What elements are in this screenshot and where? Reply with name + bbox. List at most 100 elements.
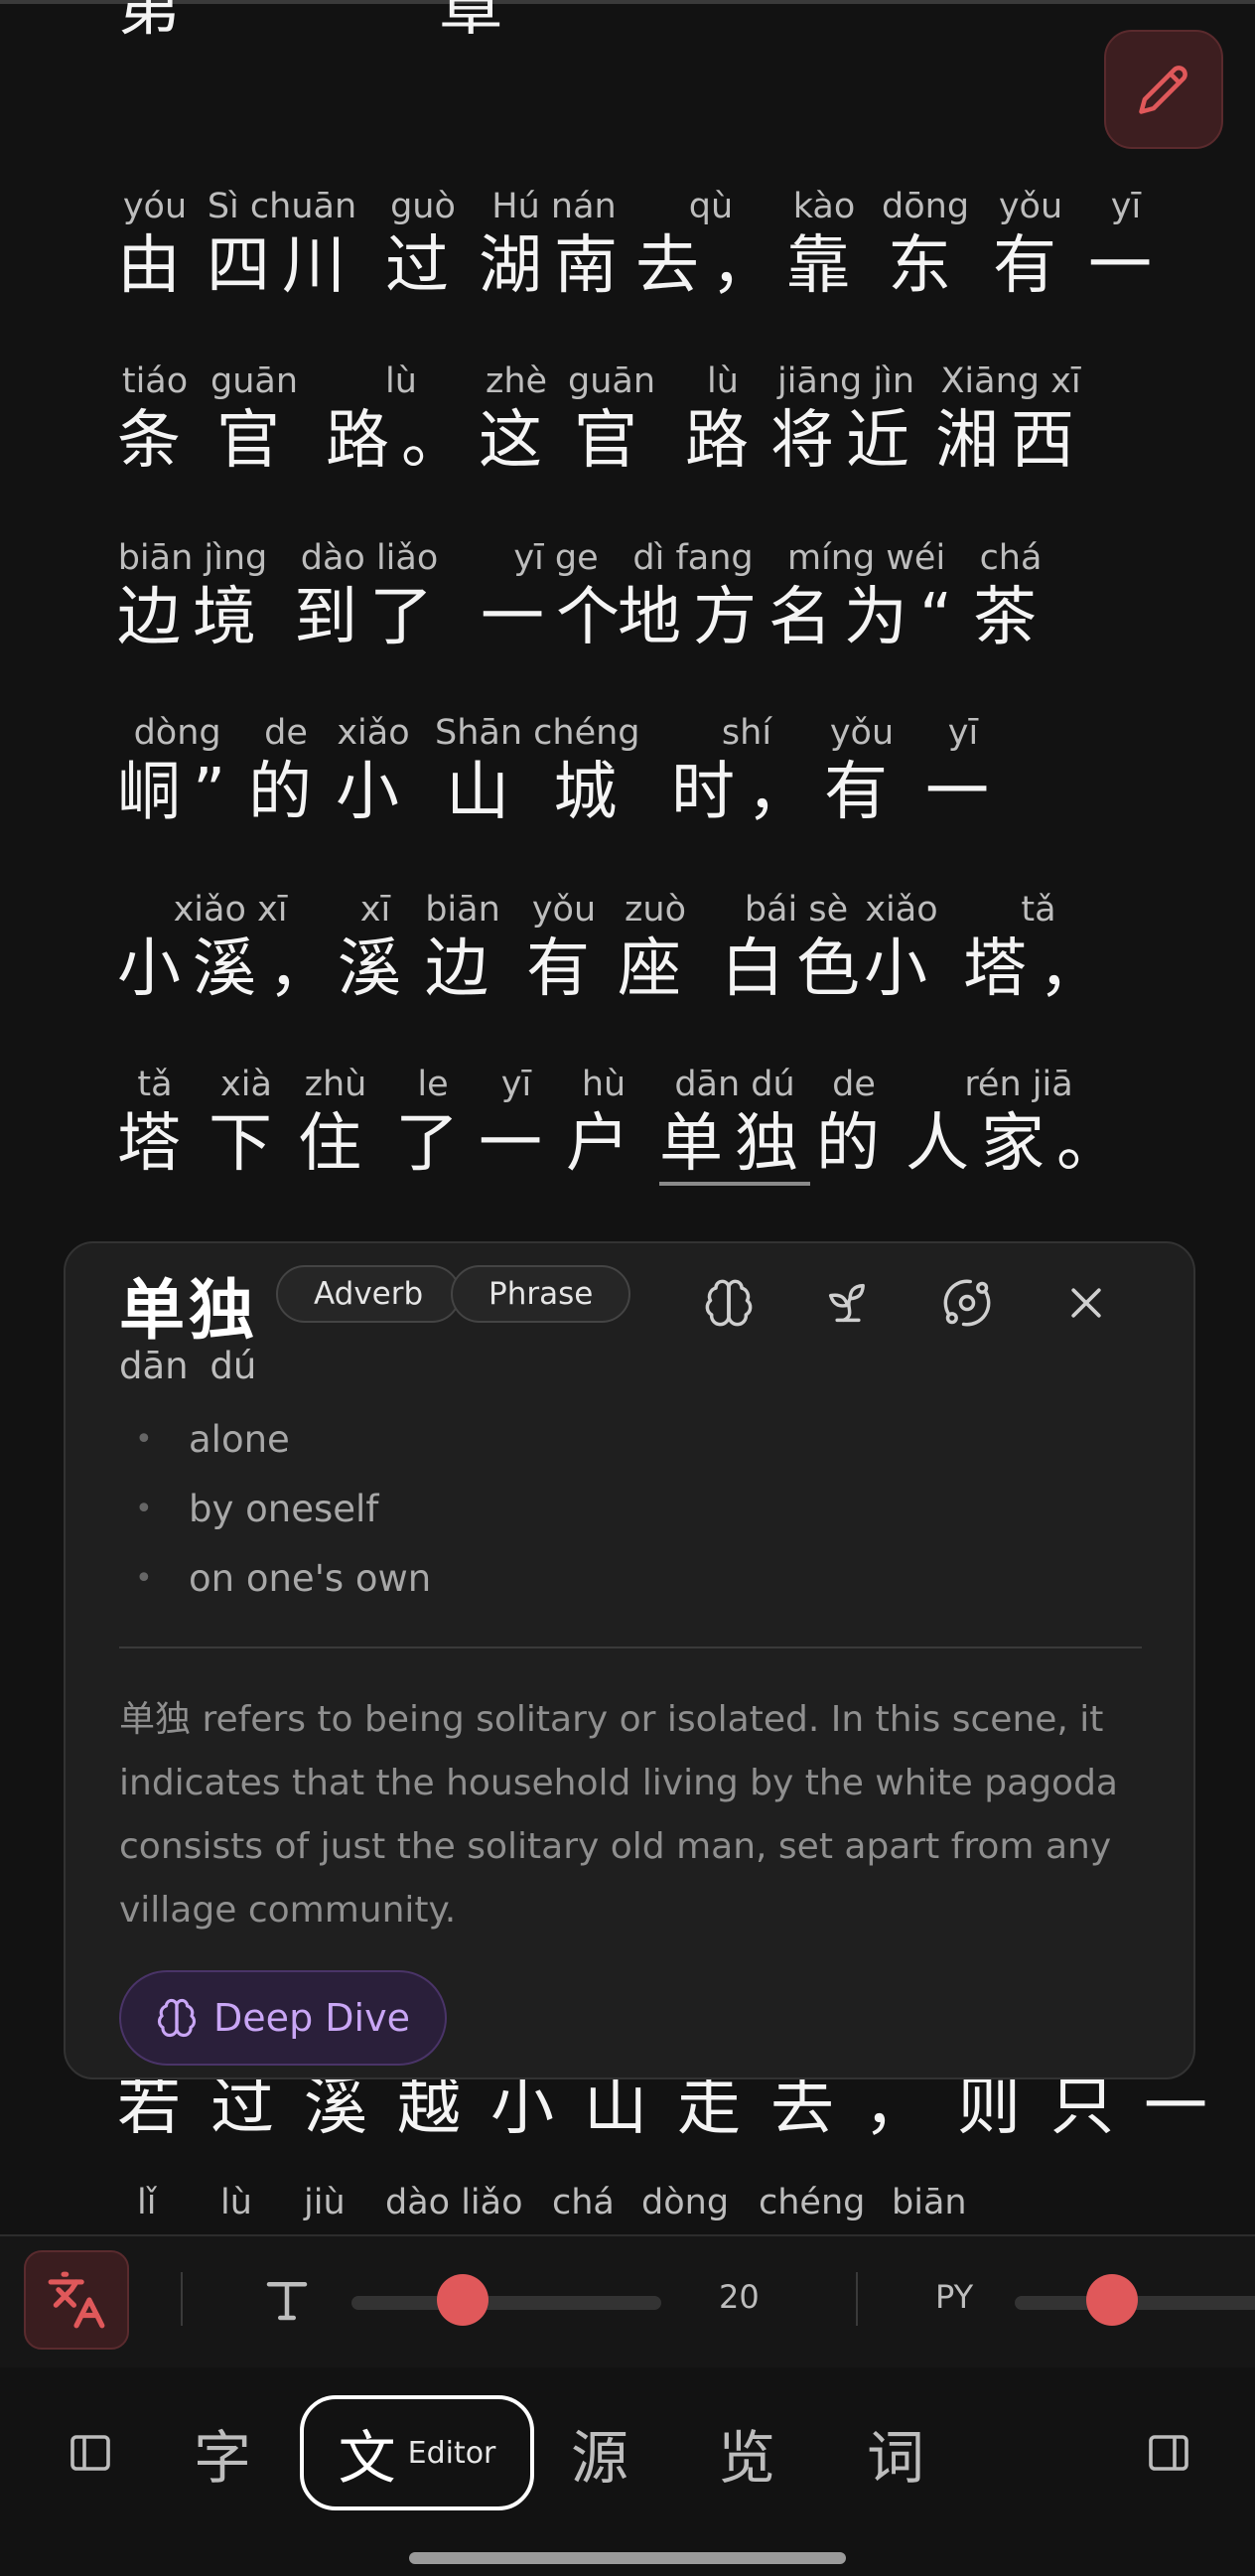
word-token[interactable]: Shān chéng 山 城 (435, 711, 640, 830)
word-token[interactable]: xià 下 (209, 1063, 284, 1182)
meaning-list: alone by oneself on one's own (119, 1410, 431, 1619)
nav-right-panel[interactable] (1138, 2403, 1199, 2503)
tag-chip-pos[interactable]: Adverb (276, 1265, 462, 1323)
word-token[interactable]: lù (220, 2181, 252, 2224)
word-token[interactable]: jiù (304, 2181, 346, 2224)
word-token[interactable]: Sì chuān 四川 (207, 185, 357, 304)
font-size-slider[interactable] (351, 2296, 661, 2310)
token-pinyin: yǒu (829, 713, 895, 753)
word-token[interactable]: de 的 (248, 711, 324, 830)
word-token[interactable]: hù 户 (566, 1063, 641, 1182)
token-pinyin: dì fang (632, 538, 754, 578)
token-pinyin: guān (568, 361, 656, 401)
token-pinyin: xiǎo (337, 713, 410, 753)
word-token[interactable]: guān 官 (568, 359, 655, 479)
token-pinyin: le (417, 1065, 449, 1104)
font-size-slider-thumb[interactable] (437, 2274, 489, 2326)
nav-source[interactable]: 源 (562, 2403, 637, 2503)
word-token[interactable]: lù 路。 (326, 359, 477, 479)
token-pinyin: kào (792, 187, 856, 226)
word-token[interactable]: chéng (759, 2181, 865, 2224)
deep-dive-label: Deep Dive (213, 1996, 410, 2040)
word-token[interactable]: xī 溪 (338, 888, 413, 1007)
word-token[interactable]: Hú nán 湖南 (479, 185, 629, 304)
chapter-heading-partial: 第 章 (117, 0, 623, 45)
token-hanzi: 单独 (659, 1106, 810, 1186)
word-token[interactable]: tiáo 条 (117, 359, 193, 479)
word-token[interactable]: Xiāng xī 湘西 (935, 359, 1086, 479)
token-hanzi: 一 (1088, 229, 1164, 303)
word-token[interactable]: zhù 住 (298, 1063, 373, 1182)
close-icon[interactable] (1056, 1273, 1116, 1333)
token-hanzi: 下 (209, 1107, 284, 1181)
token-pinyin: jiù (304, 2183, 346, 2222)
word-token[interactable]: biān 边 (425, 888, 500, 1007)
word-token[interactable]: yǒu 有 (993, 185, 1068, 304)
meaning-item: by oneself (119, 1480, 431, 1549)
word-token[interactable]: yǒu 有 (824, 711, 900, 830)
deep-dive-button[interactable]: Deep Dive (119, 1970, 447, 2066)
token-pinyin: tǎ (137, 1065, 173, 1104)
word-token[interactable]: míng wéi 名为“ (768, 536, 964, 655)
word-token[interactable]: le 了 (395, 1063, 471, 1182)
word-token[interactable]: dòng 峒” (117, 711, 237, 830)
orbit-icon[interactable] (937, 1273, 997, 1333)
word-token[interactable]: zhè 这 (479, 359, 554, 479)
sprout-icon[interactable] (818, 1273, 878, 1333)
pinyin-size-slider-thumb[interactable] (1086, 2274, 1138, 2326)
nav-character[interactable]: 字 (185, 2403, 260, 2503)
tag-chip-type[interactable]: Phrase (451, 1265, 631, 1323)
token-hanzi: 东 (888, 229, 964, 303)
nav-editor-glyph: 文 (338, 2424, 396, 2492)
word-token[interactable]: yóu 由 (117, 185, 193, 304)
brain-icon (157, 1998, 197, 2038)
word-token[interactable]: xiǎo xī 小溪， (117, 888, 344, 1007)
word-token[interactable]: dì fang 地方 (618, 536, 768, 655)
word-token[interactable]: guān 官 (210, 359, 298, 479)
word-token[interactable]: lǐ (137, 2181, 156, 2224)
word-token[interactable]: yī ge 一个 (481, 536, 631, 655)
token-pinyin: de (832, 1065, 876, 1104)
nav-editor[interactable]: 文 Editor (300, 2395, 534, 2510)
word-token[interactable]: xiǎo 小 (336, 711, 411, 830)
word-token[interactable]: kào 靠 (786, 185, 862, 304)
word-token[interactable]: dōng 东 (882, 185, 969, 304)
nav-browse[interactable]: 览 (709, 2403, 784, 2503)
edit-button[interactable] (1104, 30, 1223, 149)
word-token[interactable]: biān (892, 2181, 967, 2224)
word-token[interactable]: biān jìng 边境 (117, 536, 268, 655)
token-pinyin: dān dú (674, 1065, 795, 1104)
home-indicator (409, 2552, 846, 2564)
word-token[interactable]: jiāng jìn 将近 (770, 359, 921, 479)
token-hanzi: 的 (816, 1107, 892, 1181)
word-token[interactable]: bái sè 白色 (721, 888, 872, 1007)
word-token[interactable]: yī 一 (1088, 185, 1164, 304)
word-token[interactable]: de 的 (816, 1063, 892, 1182)
word-token[interactable]: dào liǎo 到了 (294, 536, 445, 655)
word-token[interactable]: dòng (641, 2181, 729, 2224)
word-token[interactable]: zuò 座 (618, 888, 693, 1007)
word-token[interactable]: chá (552, 2181, 615, 2224)
brain-icon[interactable] (699, 1273, 759, 1333)
token-pinyin: yóu (122, 187, 188, 226)
translate-button[interactable] (24, 2250, 129, 2350)
word-token-selected[interactable]: dān dú 单独 (659, 1063, 810, 1186)
word-token[interactable]: xiǎo 小 (864, 888, 939, 1007)
word-token[interactable]: qù 去， (635, 185, 786, 304)
word-token[interactable]: lù 路 (685, 359, 761, 479)
word-token[interactable]: tǎ 塔 (117, 1063, 193, 1182)
nav-left-panel[interactable] (60, 2403, 121, 2503)
token-hanzi: 湘西 (935, 404, 1086, 478)
word-token[interactable]: rén jiā 人家。 (906, 1063, 1132, 1182)
word-token[interactable]: tǎ 塔， (963, 888, 1114, 1007)
word-token[interactable]: guò 过 (385, 185, 461, 304)
token-hanzi: 由 (117, 229, 193, 303)
word-token[interactable]: shí 时， (671, 711, 822, 830)
word-token[interactable]: yī 一 (925, 711, 1001, 830)
word-token[interactable]: yǒu 有 (526, 888, 602, 1007)
word-token[interactable]: yī 一 (479, 1063, 554, 1182)
word-token[interactable]: dào liǎo (385, 2181, 523, 2224)
word-token[interactable]: chá 茶 (973, 536, 1048, 655)
nav-words[interactable]: 词 (858, 2403, 933, 2503)
token-hanzi: 一 (479, 1107, 554, 1181)
